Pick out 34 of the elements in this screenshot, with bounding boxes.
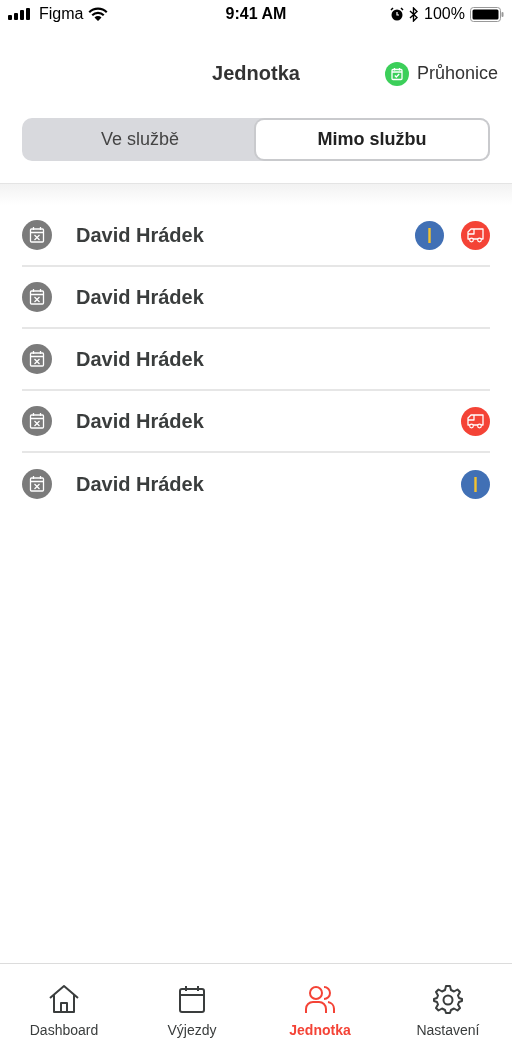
calendar-cross-icon (22, 406, 52, 436)
alarm-icon (390, 7, 405, 21)
calendar-check-icon (384, 61, 409, 86)
nav-tab[interactable]: Nastavení (384, 964, 512, 1052)
battery-icon (470, 6, 504, 22)
calendar-cross-icon (22, 469, 52, 499)
nav-tab[interactable]: Jednotka (256, 964, 384, 1052)
calendar-icon (178, 984, 206, 1014)
nav-tab[interactable]: Výjezdy (128, 964, 256, 1052)
member-name: David Hrádek (76, 409, 204, 434)
page-title: Jednotka (212, 61, 300, 86)
bluetooth-icon (409, 6, 420, 22)
clock-time: 9:41 AM (225, 4, 287, 24)
wifi-icon (88, 7, 109, 21)
member-name: David Hrádek (76, 472, 204, 497)
calendar-cross-icon (22, 220, 52, 250)
settings-icon (433, 984, 463, 1014)
member-name: David Hrádek (76, 347, 204, 372)
home-icon (48, 984, 80, 1014)
member-name: David Hrádek (76, 285, 204, 310)
calendar-cross-icon (22, 282, 52, 312)
member-name: David Hrádek (76, 223, 204, 248)
people-icon (305, 984, 335, 1014)
carrier-name: Figma (39, 4, 84, 24)
truck-icon (461, 220, 490, 250)
calendar-cross-icon (22, 344, 52, 374)
segment-tab[interactable]: Mimo službu (256, 120, 488, 159)
nav-tab[interactable]: Dashboard (0, 964, 128, 1052)
location-button[interactable]: Průhonice (384, 60, 498, 87)
truck-icon (461, 406, 490, 436)
battery-percentage: 100% (424, 4, 465, 24)
unit-badge-icon (415, 220, 444, 250)
segment-tab[interactable]: Ve službě (24, 120, 256, 159)
unit-badge-icon (461, 469, 490, 499)
